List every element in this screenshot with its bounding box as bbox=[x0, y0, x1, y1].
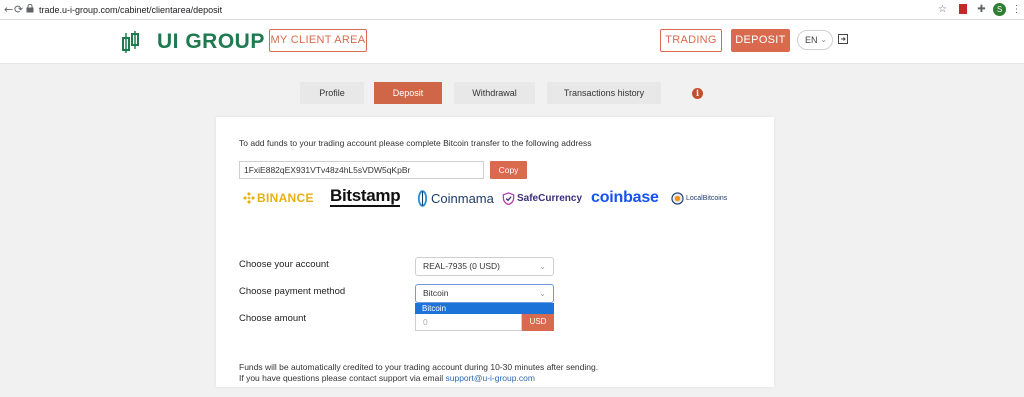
candlestick-logo-icon bbox=[122, 31, 139, 53]
binance-diamond-icon bbox=[243, 192, 255, 204]
localbitcoins-wordmark: LocalBitcoins bbox=[686, 194, 728, 202]
star-icon[interactable]: ☆ bbox=[936, 3, 949, 16]
menu-dots-icon[interactable]: ⋮ bbox=[1010, 3, 1023, 16]
safecurrency-logo[interactable]: SafeCurrency bbox=[502, 187, 582, 209]
trading-button[interactable]: TRADING bbox=[660, 29, 722, 52]
address-bar[interactable]: trade.u-i-group.com/cabinet/clientarea/d… bbox=[39, 3, 222, 17]
funds-note: Funds will be automatically credited to … bbox=[239, 362, 599, 372]
lock-icon bbox=[26, 4, 34, 13]
back-icon[interactable]: ← bbox=[4, 3, 13, 17]
bitcoin-address-field[interactable]: 1FxiE882qEX931VTv48z4hL5sVDW5qKpBr bbox=[239, 161, 484, 179]
support-note-text: If you have questions please contact sup… bbox=[239, 373, 446, 383]
coinmama-wordmark: Coinmama bbox=[431, 190, 494, 206]
payment-method-value: Bitcoin bbox=[423, 288, 449, 298]
tab-deposit[interactable]: Deposit bbox=[374, 82, 442, 104]
support-email-link[interactable]: support@u-i-group.com bbox=[445, 373, 534, 383]
coinmama-logo[interactable]: Coinmama bbox=[417, 187, 494, 209]
account-select-value: REAL-7935 (0 USD) bbox=[423, 261, 501, 271]
language-select[interactable]: EN ⌄ bbox=[797, 30, 833, 50]
payment-method-label: Choose payment method bbox=[239, 286, 346, 297]
coinbase-logo[interactable]: coinbase bbox=[591, 187, 659, 209]
info-icon[interactable]: i bbox=[692, 88, 703, 99]
language-value: EN bbox=[805, 35, 818, 45]
support-note: If you have questions please contact sup… bbox=[239, 373, 535, 383]
payment-method-select[interactable]: Bitcoin ⌄ bbox=[415, 284, 554, 303]
amount-label: Choose amount bbox=[239, 313, 307, 324]
deposit-card: To add funds to your trading account ple… bbox=[216, 117, 774, 387]
amount-input[interactable]: 0 bbox=[415, 313, 522, 331]
logout-icon[interactable] bbox=[838, 34, 848, 44]
page: UI GROUP MY CLIENT AREA TRADING DEPOSIT … bbox=[0, 20, 1024, 397]
binance-wordmark: BINANCE bbox=[257, 191, 314, 205]
my-client-area-button[interactable]: MY CLIENT AREA bbox=[269, 29, 367, 52]
bitstamp-logo[interactable]: Bitstamp bbox=[330, 187, 401, 207]
localbitcoins-logo[interactable]: LocalBitcoins bbox=[671, 187, 727, 209]
profile-avatar[interactable]: S bbox=[993, 3, 1006, 16]
extension-icon[interactable] bbox=[956, 3, 969, 16]
safecurrency-shield-icon bbox=[502, 191, 515, 205]
browser-toolbar: ← ⟳ trade.u-i-group.com/cabinet/clientar… bbox=[0, 0, 1024, 20]
tab-transactions-history[interactable]: Transactions history bbox=[547, 82, 661, 104]
deposit-intro-text: To add funds to your trading account ple… bbox=[239, 138, 592, 148]
logo-text: UI GROUP bbox=[157, 30, 265, 53]
account-label: Choose your account bbox=[239, 259, 329, 270]
deposit-nav-button[interactable]: DEPOSIT bbox=[731, 29, 790, 52]
chevron-down-icon: ⌄ bbox=[539, 262, 546, 271]
reload-icon[interactable]: ⟳ bbox=[14, 3, 23, 17]
logo[interactable]: UI GROUP bbox=[121, 29, 265, 55]
currency-usd-button[interactable]: USD bbox=[522, 313, 554, 331]
copy-address-button[interactable]: Copy bbox=[490, 161, 527, 179]
chevron-down-icon: ⌄ bbox=[820, 35, 827, 44]
localbitcoins-badge-icon bbox=[671, 191, 684, 205]
tab-withdrawal[interactable]: Withdrawal bbox=[454, 82, 535, 104]
binance-logo[interactable]: BINANCE bbox=[243, 187, 314, 209]
account-select[interactable]: REAL-7935 (0 USD) ⌄ bbox=[415, 257, 554, 276]
payment-method-option-bitcoin[interactable]: Bitcoin bbox=[415, 303, 554, 314]
chevron-down-icon: ⌄ bbox=[539, 289, 546, 298]
tab-profile[interactable]: Profile bbox=[300, 82, 364, 104]
safecurrency-wordmark: SafeCurrency bbox=[517, 192, 583, 204]
site-header: UI GROUP MY CLIENT AREA TRADING DEPOSIT … bbox=[0, 20, 1024, 64]
exchange-logos: BINANCE Bitstamp Coinmama SafeCurrency c… bbox=[239, 187, 759, 209]
extensions-puzzle-icon[interactable]: ✚ bbox=[975, 3, 988, 16]
coinmama-icon bbox=[417, 189, 428, 207]
